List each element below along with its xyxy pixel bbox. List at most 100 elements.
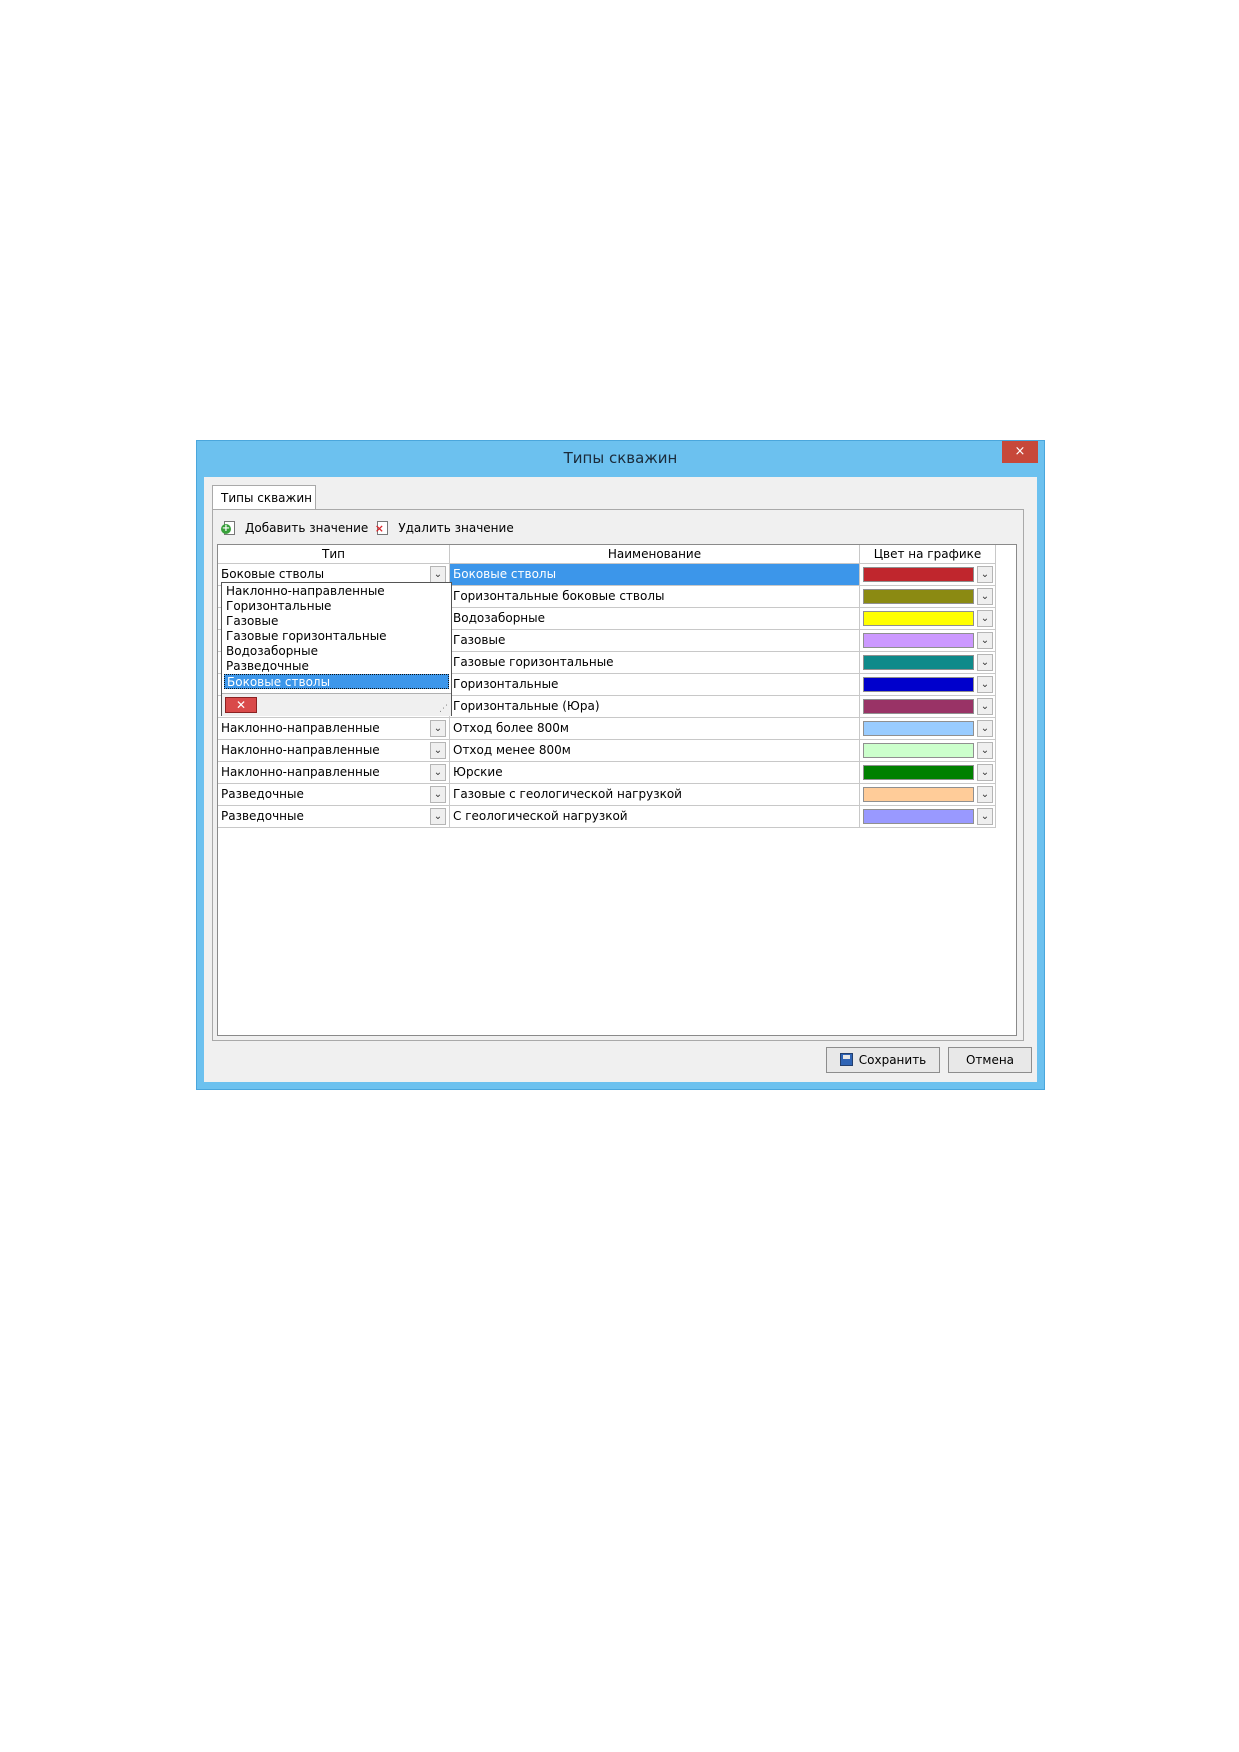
color-swatch — [863, 677, 974, 692]
type-cell-text: Наклонно-направленные — [221, 765, 380, 779]
color-cell[interactable]: ⌄ — [860, 586, 996, 608]
chevron-down-icon[interactable]: ⌄ — [430, 786, 446, 803]
resize-grip-icon[interactable]: ⋰ — [439, 704, 448, 714]
add-value-button[interactable]: + Добавить значение — [221, 520, 368, 536]
floppy-disk-icon — [839, 1053, 853, 1066]
color-cell[interactable]: ⌄ — [860, 806, 996, 828]
tab-panel: + Добавить значение × Удалить значение Т… — [212, 509, 1024, 1041]
color-swatch — [863, 567, 974, 582]
chevron-down-icon[interactable]: ⌄ — [977, 764, 993, 781]
clear-value-button[interactable]: ✕ — [225, 697, 257, 713]
chevron-down-icon[interactable]: ⌄ — [977, 676, 993, 693]
dropdown-option[interactable]: Наклонно-направленные — [224, 584, 449, 599]
name-cell[interactable]: Водозаборные — [450, 608, 860, 630]
chevron-down-icon[interactable]: ⌄ — [430, 566, 446, 583]
delete-value-button[interactable]: × Удалить значение — [375, 520, 514, 536]
dropdown-option[interactable]: Водозаборные — [224, 644, 449, 659]
color-cell[interactable]: ⌄ — [860, 652, 996, 674]
close-button[interactable]: × — [1002, 441, 1038, 463]
color-cell[interactable]: ⌄ — [860, 784, 996, 806]
name-cell[interactable]: Газовые с геологической нагрузкой — [450, 784, 860, 806]
cancel-button[interactable]: Отмена — [948, 1047, 1032, 1073]
chevron-down-icon[interactable]: ⌄ — [430, 720, 446, 737]
color-swatch — [863, 765, 974, 780]
color-cell[interactable]: ⌄ — [860, 718, 996, 740]
chevron-down-icon[interactable]: ⌄ — [430, 808, 446, 825]
name-cell[interactable]: С геологической нагрузкой — [450, 806, 860, 828]
name-cell[interactable]: Боковые стволы — [450, 564, 860, 586]
dropdown-option[interactable]: Газовые — [224, 614, 449, 629]
name-cell[interactable]: Юрские — [450, 762, 860, 784]
chevron-down-icon[interactable]: ⌄ — [977, 808, 993, 825]
color-swatch — [863, 721, 974, 736]
table-row[interactable]: Разведочные ⌄ С геологической нагрузкой ⌄ — [218, 806, 996, 828]
dropdown-footer: ✕ ⋰ — [222, 693, 451, 716]
window-title: Типы скважин — [563, 449, 678, 467]
name-cell[interactable]: Отход менее 800м — [450, 740, 860, 762]
table-row[interactable]: Наклонно-направленные ⌄ Отход более 800м ⌄ — [218, 718, 996, 740]
name-cell[interactable]: Газовые горизонтальные — [450, 652, 860, 674]
color-cell[interactable]: ⌄ — [860, 740, 996, 762]
column-header-color[interactable]: Цвет на графике — [860, 545, 996, 563]
cancel-label: Отмена — [965, 1053, 1015, 1067]
color-swatch — [863, 699, 974, 714]
color-cell[interactable]: ⌄ — [860, 564, 996, 586]
type-cell[interactable]: Разведочные ⌄ — [218, 784, 450, 806]
delete-document-icon: × — [375, 520, 390, 536]
chevron-down-icon[interactable]: ⌄ — [977, 742, 993, 759]
tab-well-types[interactable]: Типы скважин — [212, 485, 316, 510]
type-cell[interactable]: Наклонно-направленные ⌄ — [218, 718, 450, 740]
dropdown-option[interactable]: Боковые стволы — [224, 674, 449, 689]
color-swatch — [863, 589, 974, 604]
add-document-icon: + — [221, 520, 237, 536]
color-cell[interactable]: ⌄ — [860, 762, 996, 784]
type-cell-text: Разведочные — [221, 787, 304, 801]
color-cell[interactable]: ⌄ — [860, 696, 996, 718]
chevron-down-icon[interactable]: ⌄ — [977, 588, 993, 605]
table-row[interactable]: Разведочные ⌄ Газовые с геологической нагр… — [218, 784, 996, 806]
name-cell[interactable]: Горизонтальные — [450, 674, 860, 696]
column-header-type[interactable]: Тип — [218, 545, 450, 563]
name-cell[interactable]: Горизонтальные (Юра) — [450, 696, 860, 718]
color-swatch — [863, 655, 974, 670]
dropdown-option[interactable]: Газовые горизонтальные — [224, 629, 449, 644]
dropdown-option[interactable]: Разведочные — [224, 659, 449, 674]
dialog-window: Типы скважин × Типы скважин + Добавить з… — [196, 440, 1045, 1090]
well-types-grid: Тип Наименование Цвет на графике Боковые… — [217, 544, 1017, 1036]
type-cell[interactable]: Наклонно-направленные ⌄ — [218, 762, 450, 784]
color-swatch — [863, 633, 974, 648]
type-cell-text: Разведочные — [221, 809, 304, 823]
chevron-down-icon[interactable]: ⌄ — [977, 698, 993, 715]
dialog-client-area: Типы скважин + Добавить значение × Удали… — [204, 477, 1037, 1082]
chevron-down-icon[interactable]: ⌄ — [430, 742, 446, 759]
chevron-down-icon[interactable]: ⌄ — [977, 720, 993, 737]
name-cell[interactable]: Отход более 800м — [450, 718, 860, 740]
table-row[interactable]: Наклонно-направленные ⌄ Юрские ⌄ — [218, 762, 996, 784]
type-cell-text: Боковые стволы — [221, 567, 325, 581]
color-swatch — [863, 787, 974, 802]
color-cell[interactable]: ⌄ — [860, 608, 996, 630]
delete-value-label: Удалить значение — [398, 521, 514, 535]
color-cell[interactable]: ⌄ — [860, 674, 996, 696]
type-dropdown-list: Наклонно-направленные Горизонтальные Газов… — [221, 582, 452, 716]
dropdown-option[interactable]: Горизонтальные — [224, 599, 449, 614]
grid-header: Тип Наименование Цвет на графике — [218, 545, 996, 564]
type-cell[interactable]: Наклонно-направленные ⌄ — [218, 740, 450, 762]
chevron-down-icon[interactable]: ⌄ — [430, 764, 446, 781]
title-bar[interactable]: Типы скважин × — [197, 441, 1044, 477]
column-header-name[interactable]: Наименование — [450, 545, 860, 563]
name-cell[interactable]: Газовые — [450, 630, 860, 652]
chevron-down-icon[interactable]: ⌄ — [977, 632, 993, 649]
color-cell[interactable]: ⌄ — [860, 630, 996, 652]
name-cell[interactable]: Горизонтальные боковые стволы — [450, 586, 860, 608]
type-cell[interactable]: Разведочные ⌄ — [218, 806, 450, 828]
table-row[interactable]: Наклонно-направленные ⌄ Отход менее 800м ⌄ — [218, 740, 996, 762]
toolbar: + Добавить значение × Удалить значение — [221, 518, 522, 538]
chevron-down-icon[interactable]: ⌄ — [977, 566, 993, 583]
chevron-down-icon[interactable]: ⌄ — [977, 610, 993, 627]
close-icon: × — [1014, 444, 1026, 459]
save-button[interactable]: Сохранить — [826, 1047, 940, 1073]
chevron-down-icon[interactable]: ⌄ — [977, 654, 993, 671]
color-swatch — [863, 809, 974, 824]
chevron-down-icon[interactable]: ⌄ — [977, 786, 993, 803]
